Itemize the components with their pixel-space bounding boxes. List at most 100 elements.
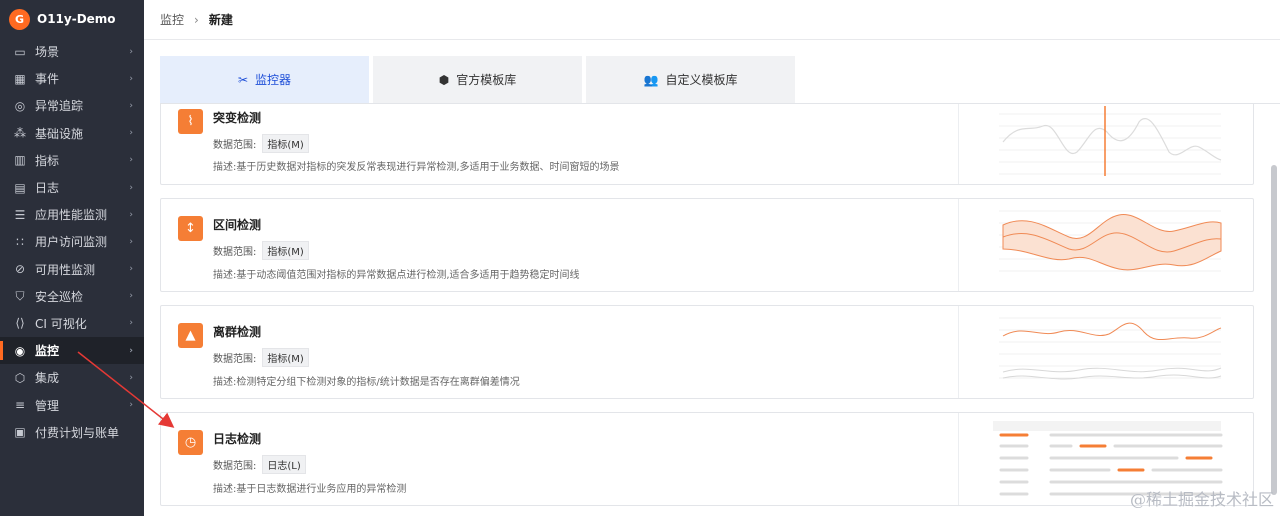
shield-icon: ⛉ — [15, 288, 25, 303]
sidebar-item-label: 异常追踪 — [35, 99, 84, 114]
card-description: 描述:基于动态阈值范围对指标的异常数据点进行检测,适合多适用于趋势稳定时间线 — [213, 270, 580, 281]
detector-list: ⌇ 突变检测 数据范围: 指标(M) 描述:基于历史数据对指标的突发反常表现进行… — [160, 104, 1254, 516]
breadcrumb: 监控 › 新建 — [144, 0, 1280, 40]
card-title: 区间检测 — [213, 218, 262, 232]
detector-card-log[interactable]: ◷ 日志检测 数据范围: 日志(L) 描述:基于日志数据进行业务应用的异常检测 — [160, 412, 1254, 506]
watermark: @稀土掘金技术社区 — [1129, 490, 1274, 509]
chevron-right-icon: › — [129, 400, 133, 411]
tab-monitor[interactable]: ✂ 监控器 — [160, 56, 369, 103]
sidebar-item-availability[interactable]: ⊘ 可用性监测 › — [0, 256, 144, 283]
card-scope: 数据范围: 指标(M) — [213, 348, 309, 367]
apm-icon: ☰ — [14, 207, 26, 222]
card-scope: 数据范围: 日志(L) — [213, 455, 306, 474]
sidebar-item-apm[interactable]: ☰ 应用性能监测 › — [0, 201, 144, 228]
sidebar-item-label: 场景 — [35, 45, 60, 60]
chevron-right-icon: › — [129, 264, 133, 275]
tools-icon: ✂ — [237, 72, 249, 87]
detector-card-outlier[interactable]: ▲ 离群检测 数据范围: 指标(M) 描述:检测特定分组下检测对象的指标/统计数… — [160, 305, 1254, 399]
billing-icon: ▣ — [14, 425, 26, 440]
chevron-right-icon: › — [129, 155, 133, 166]
chevron-right-icon: › — [129, 46, 133, 57]
sidebar-item-events[interactable]: ▦ 事件 › — [0, 65, 144, 92]
sidebar-nav: ▭ 场景 › ▦ 事件 › ◎ 异常追踪 › ⁂ 基础设施 › ▥ 指标 › ▤ 日志 › ☰ 应用性能监… — [0, 38, 144, 446]
ci-icon: ⟨⟩ — [15, 316, 25, 331]
preview-chart — [958, 104, 1254, 184]
mutation-icon: ⌇ — [178, 109, 203, 134]
chevron-right-icon: › — [129, 100, 133, 111]
brand[interactable]: G O11y-Demo — [0, 0, 144, 38]
chevron-right-icon: › — [129, 345, 133, 356]
sidebar-item-integration[interactable]: ⬡ 集成 › — [0, 364, 144, 391]
preview-chart — [958, 199, 1254, 291]
scope-label: 数据范围: — [213, 461, 257, 472]
breadcrumb-parent[interactable]: 监控 — [160, 11, 184, 28]
sidebar-item-logs[interactable]: ▤ 日志 › — [0, 174, 144, 201]
sidebar-item-exception-tracking[interactable]: ◎ 异常追踪 › — [0, 92, 144, 119]
tab-label: 自定义模板库 — [665, 73, 738, 87]
workspace-name: O11y-Demo — [37, 12, 116, 26]
integration-icon: ⬡ — [14, 370, 26, 385]
chevron-right-icon: › — [129, 291, 133, 302]
sidebar-item-label: 付费计划与账单 — [35, 425, 120, 440]
chevron-right-icon: › — [129, 236, 133, 247]
sidebar-item-scenes[interactable]: ▭ 场景 › — [0, 38, 144, 65]
sidebar-item-label: 事件 — [35, 72, 60, 87]
card-title: 日志检测 — [213, 432, 262, 446]
sidebar-item-label: 应用性能监测 — [35, 208, 108, 223]
sidebar-item-management[interactable]: ≡ 管理 › — [0, 391, 144, 418]
card-description: 描述:基于历史数据对指标的突发反常表现进行异常检测,多适用于业务数据、时间窗短的… — [213, 162, 620, 173]
chevron-right-icon: › — [129, 73, 133, 84]
outlier-preview-svg — [999, 317, 1222, 380]
sidebar-item-label: 用户访问监测 — [35, 235, 108, 250]
sidebar-item-security[interactable]: ⛉ 安全巡检 › — [0, 283, 144, 310]
chevron-right-icon: › — [129, 209, 133, 220]
breadcrumb-current: 新建 — [208, 13, 233, 27]
tab-label: 官方模板库 — [456, 73, 517, 87]
sidebar-item-label: 安全巡检 — [35, 289, 84, 304]
outlier-icon: ▲ — [178, 323, 203, 348]
sidebar-item-label: 集成 — [35, 371, 60, 386]
detector-card-range[interactable]: ↕ 区间检测 数据范围: 指标(M) 描述:基于动态阈值范围对指标的异常数据点进… — [160, 198, 1254, 292]
availability-icon: ⊘ — [14, 262, 26, 277]
monitor-icon: ◉ — [14, 343, 26, 358]
tab-bar: ✂ 监控器 ⬢ 官方模板库 👥 自定义模板库 — [160, 56, 795, 103]
sidebar-item-label: CI 可视化 — [35, 316, 87, 331]
infrastructure-icon: ⁂ — [14, 126, 26, 141]
sidebar-item-rum[interactable]: ∷ 用户访问监测 › — [0, 228, 144, 255]
scope-label: 数据范围: — [213, 247, 257, 258]
sidebar-item-label: 基础设施 — [35, 126, 84, 141]
scope-tag: 指标(M) — [262, 134, 309, 153]
sidebar-item-monitor[interactable]: ◉ 监控 › — [0, 337, 144, 365]
card-scope: 数据范围: 指标(M) — [213, 241, 309, 260]
card-description: 描述:检测特定分组下检测对象的指标/统计数据是否存在离群偏差情况 — [213, 377, 520, 388]
scrollbar[interactable] — [1271, 165, 1277, 495]
mutation-preview-svg — [999, 106, 1222, 176]
preview-chart — [958, 306, 1254, 398]
sidebar-item-billing[interactable]: ▣ 付费计划与账单 — [0, 419, 144, 446]
scope-label: 数据范围: — [213, 140, 257, 151]
log-detect-icon: ◷ — [178, 430, 203, 455]
sidebar-item-metrics[interactable]: ▥ 指标 › — [0, 147, 144, 174]
tab-custom-templates[interactable]: 👥 自定义模板库 — [586, 56, 795, 103]
sidebar-item-ci[interactable]: ⟨⟩ CI 可视化 › — [0, 310, 144, 337]
range-icon: ↕ — [178, 216, 203, 241]
main-content: 监控 › 新建 ✂ 监控器 ⬢ 官方模板库 👥 自定义模板库 ⌇ 突变检测 数据… — [144, 0, 1280, 516]
range-preview-svg — [999, 210, 1222, 272]
card-title: 离群检测 — [213, 325, 262, 339]
metrics-icon: ▥ — [14, 153, 26, 168]
target-icon: ◎ — [14, 98, 26, 113]
sidebar-item-infrastructure[interactable]: ⁂ 基础设施 › — [0, 120, 144, 147]
rum-icon: ∷ — [16, 234, 24, 249]
tab-official-templates[interactable]: ⬢ 官方模板库 — [373, 56, 582, 103]
sidebar-item-label: 日志 — [35, 181, 60, 196]
log-icon: ▤ — [14, 180, 26, 195]
sidebar-item-label: 指标 — [35, 153, 60, 168]
hexagon-icon: ⬢ — [438, 72, 450, 87]
scope-label: 数据范围: — [213, 354, 257, 365]
breadcrumb-separator: › — [194, 12, 199, 27]
scope-tag: 日志(L) — [262, 455, 306, 474]
scope-tag: 指标(M) — [262, 348, 309, 367]
detector-card-mutation[interactable]: ⌇ 突变检测 数据范围: 指标(M) 描述:基于历史数据对指标的突发反常表现进行… — [160, 104, 1254, 185]
card-scope: 数据范围: 指标(M) — [213, 134, 309, 153]
card-description: 描述:基于日志数据进行业务应用的异常检测 — [213, 484, 407, 495]
